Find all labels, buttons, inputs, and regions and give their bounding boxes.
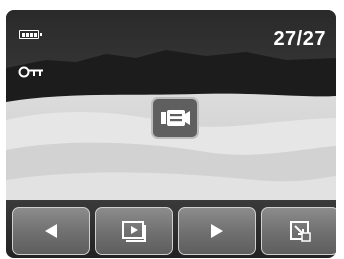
zoom-button[interactable] (261, 207, 336, 255)
image-counter: 27/27 (273, 28, 326, 50)
slideshow-icon (122, 221, 146, 242)
key-lock-icon (18, 66, 43, 78)
triangle-right-icon (211, 224, 223, 238)
previous-button[interactable] (12, 207, 90, 255)
zoom-resize-icon (290, 221, 311, 242)
movie-camera-icon (161, 110, 190, 126)
triangle-left-icon (45, 224, 57, 238)
playback-toolbar (6, 200, 336, 258)
movie-badge[interactable] (151, 97, 199, 139)
next-button[interactable] (178, 207, 256, 255)
battery-full-icon (19, 30, 42, 39)
playback-screen: 27/27 (6, 10, 336, 258)
slideshow-button[interactable] (95, 207, 173, 255)
